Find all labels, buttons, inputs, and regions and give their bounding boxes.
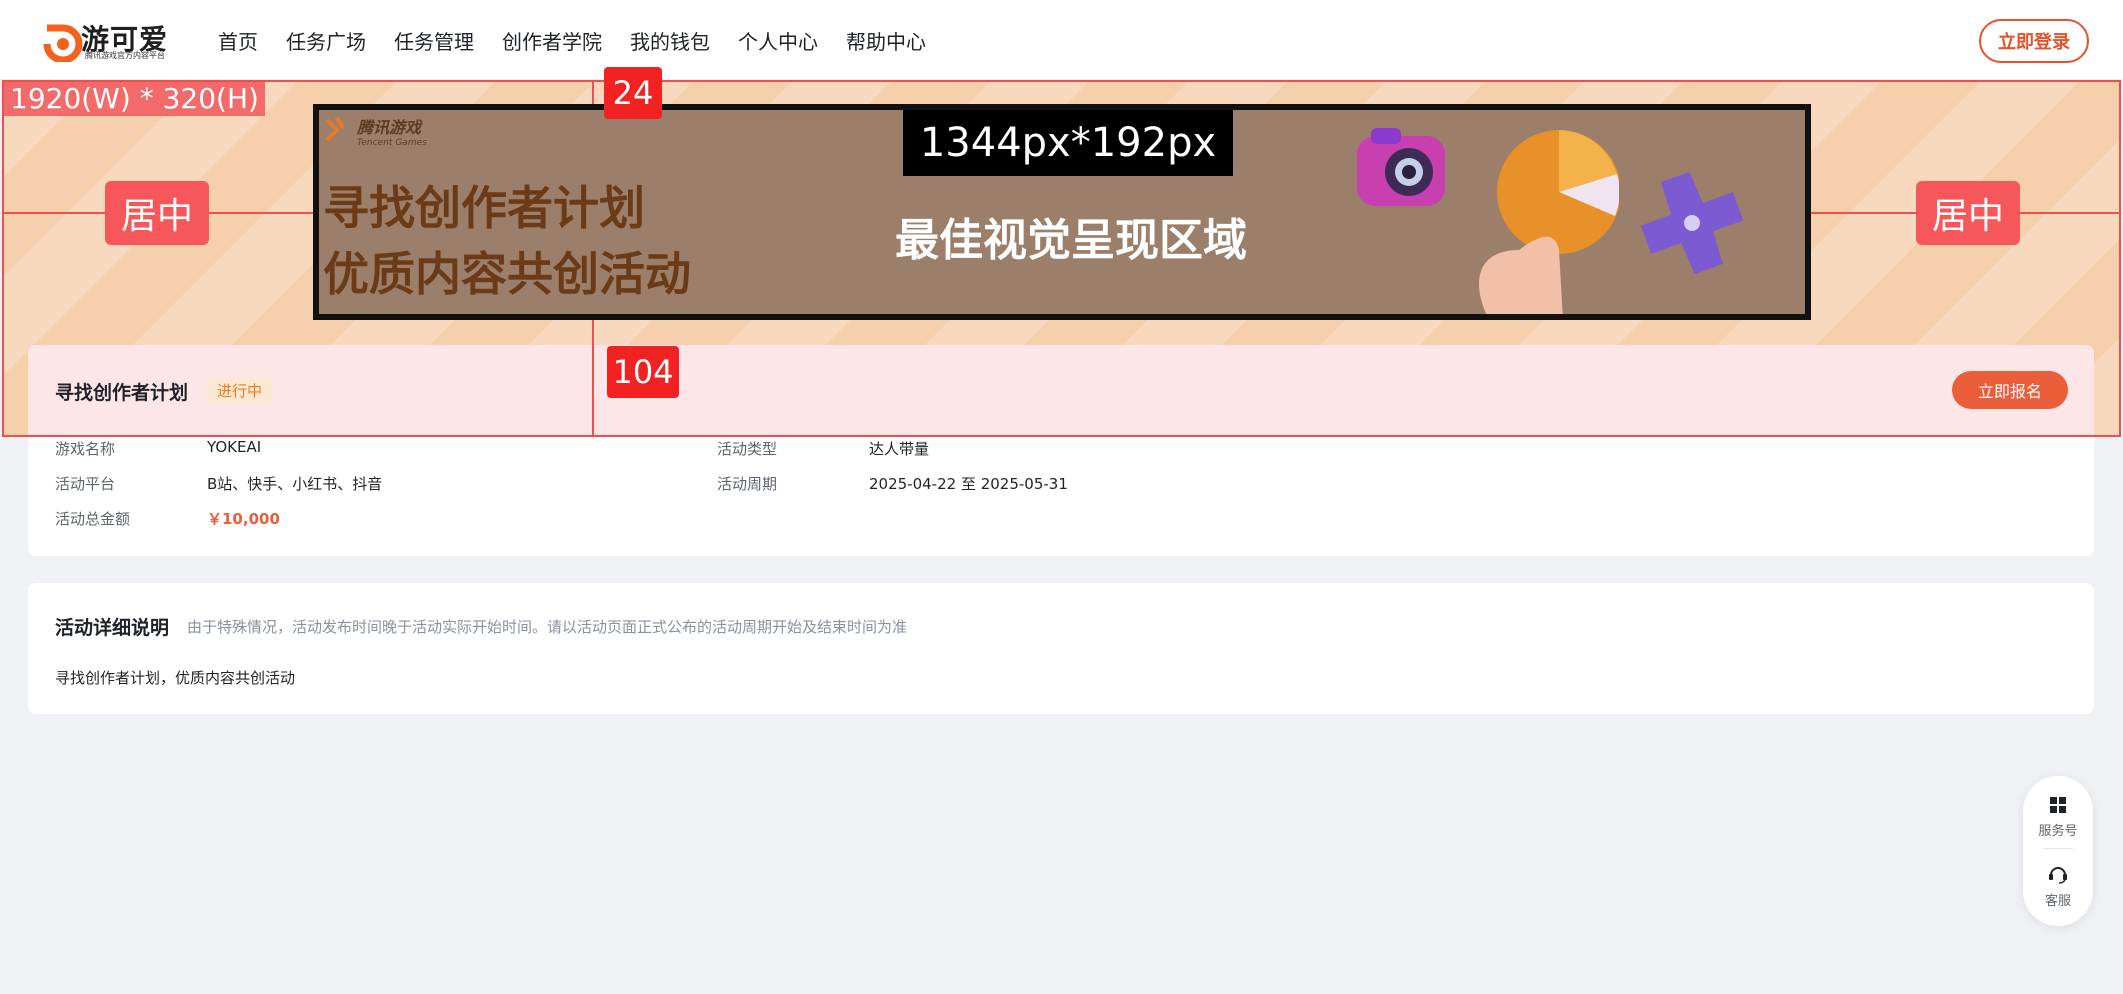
nav-wallet[interactable]: 我的钱包 — [630, 26, 710, 55]
customer-service-item[interactable]: 客服 — [2023, 864, 2093, 909]
nav-creator-academy[interactable]: 创作者学院 — [502, 26, 602, 55]
main-nav: 首页 任务广场 任务管理 创作者学院 我的钱包 个人中心 帮助中心 — [218, 26, 926, 55]
detail-note: 由于特殊情况，活动发布时间晚于活动实际开始时间。请以活动页面正式公布的活动周期开… — [187, 618, 908, 636]
field-label-type: 活动类型 — [717, 440, 778, 458]
grid-icon — [2050, 797, 2066, 813]
service-account-label: 服务号 — [2038, 824, 2078, 839]
status-badge: 进行中 — [207, 377, 273, 404]
field-label-platform: 活动平台 — [55, 475, 116, 493]
gamepad-cross-icon — [1640, 171, 1744, 275]
bottom-gap-tag: 104 — [607, 346, 679, 398]
nav-help-center[interactable]: 帮助中心 — [846, 26, 926, 55]
nav-home[interactable]: 首页 — [218, 26, 258, 55]
hand-with-pie-icon — [1479, 130, 1619, 314]
login-button[interactable]: 立即登录 — [1979, 19, 2089, 63]
field-label-game: 游戏名称 — [55, 440, 116, 458]
activity-detail-card: 活动详细说明 由于特殊情况，活动发布时间晚于活动实际开始时间。请以活动页面正式公… — [28, 583, 2094, 714]
activity-info-header — [28, 345, 2094, 436]
field-value-platform: B站、快手、小红书、抖音 — [207, 475, 383, 493]
banner-headline-1: 寻找创作者计划 — [323, 181, 645, 235]
tencent-games-logo-icon — [325, 116, 345, 142]
nav-task-square[interactable]: 任务广场 — [286, 26, 366, 55]
field-value-type: 达人带量 — [869, 440, 930, 458]
safe-area-size-label: 1344px*192px — [903, 110, 1233, 176]
camera-icon — [1357, 128, 1445, 206]
field-value-period: 2025-04-22 至 2025-05-31 — [869, 475, 1068, 493]
center-tag-right: 居中 — [1916, 181, 2020, 245]
field-label-amount: 活动总金额 — [55, 510, 131, 528]
headset-icon — [2049, 867, 2067, 884]
top-gap-line — [592, 82, 594, 104]
detail-body: 寻找创作者计划，优质内容共创活动 — [55, 669, 296, 687]
service-account-item[interactable]: 服务号 — [2023, 796, 2093, 839]
center-tag-left: 居中 — [105, 181, 209, 245]
top-gap-tag: 24 — [604, 67, 662, 119]
top-header: 游可爱 腾讯游戏官方内容平台 首页 任务广场 任务管理 创作者学院 我的钱包 个… — [0, 0, 2123, 80]
logo-subtitle: 腾讯游戏官方内容平台 — [85, 51, 165, 60]
bottom-gap-line — [592, 320, 594, 436]
banner-headline-2: 优质内容共创活动 — [323, 247, 691, 301]
brand-en: Tencent Games — [357, 138, 427, 148]
logo-mark-icon — [43, 24, 83, 62]
banner-safe-area: 腾讯游戏 Tencent Games 寻找创作者计划 优质内容共创活动 1344… — [313, 104, 1811, 320]
float-service-panel: 服务号 客服 — [2023, 776, 2093, 926]
nav-personal-center[interactable]: 个人中心 — [738, 26, 818, 55]
detail-title: 活动详细说明 — [55, 617, 170, 639]
nav-task-management[interactable]: 任务管理 — [394, 26, 474, 55]
signup-button[interactable]: 立即报名 — [1952, 371, 2068, 409]
field-label-period: 活动周期 — [717, 475, 778, 493]
banner-size-label: 1920(W) * 320(H) — [4, 82, 265, 116]
customer-service-label: 客服 — [2044, 894, 2071, 909]
brand-cn: 腾讯游戏 — [357, 118, 422, 137]
field-value-amount: ￥10,000 — [207, 510, 280, 528]
activity-title: 寻找创作者计划 — [55, 382, 189, 404]
field-value-game: YOKEAI — [207, 438, 262, 456]
float-divider — [2043, 848, 2073, 849]
site-logo[interactable]: 游可爱 腾讯游戏官方内容平台 — [41, 18, 181, 64]
tencent-games-brand: 腾讯游戏 Tencent Games — [357, 114, 427, 148]
safe-area-caption: 最佳视觉呈现区域 — [895, 215, 1247, 266]
